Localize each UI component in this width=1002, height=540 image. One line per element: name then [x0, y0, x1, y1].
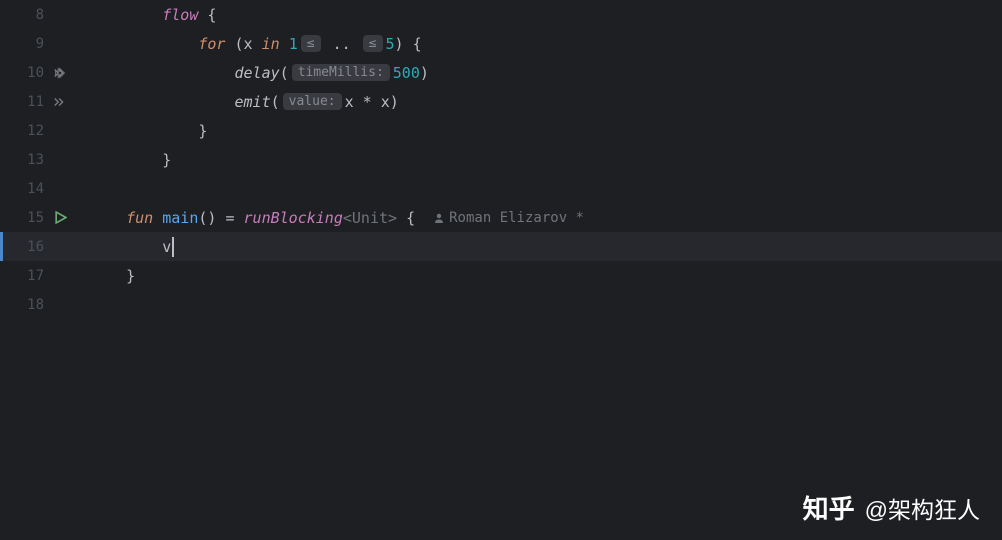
param-hint: timeMillis:	[292, 64, 390, 81]
author-name: Roman Elizarov *	[449, 210, 584, 226]
indent	[90, 267, 126, 285]
operator: *	[354, 93, 381, 111]
indent	[90, 151, 162, 169]
range-hint: ≤	[363, 35, 383, 52]
gutter: 8 9 10 11 12 13 14	[0, 0, 78, 540]
delay-call: delay	[235, 64, 280, 82]
indent	[90, 93, 235, 111]
gutter-row: 9	[0, 29, 78, 58]
number: 1	[289, 35, 298, 53]
type-arg: <Unit>	[343, 209, 397, 227]
line-number: 13	[18, 152, 44, 168]
indent	[90, 122, 198, 140]
gutter-row: 17	[0, 261, 78, 290]
gutter-row: 16	[0, 232, 78, 261]
suspend-call-icon[interactable]	[52, 95, 68, 109]
watermark: 知乎 @架构狂人	[803, 489, 980, 526]
code-line[interactable]: flow {	[78, 0, 1002, 29]
line-number: 18	[18, 297, 44, 313]
gutter-row: 10	[0, 58, 78, 87]
code-line[interactable]: emit(value:x * x)	[78, 87, 1002, 116]
run-gutter-icon[interactable]	[52, 211, 68, 224]
range-hint: ≤	[301, 35, 321, 52]
code-line[interactable]	[78, 174, 1002, 203]
author-hint: Roman Elizarov *	[433, 210, 584, 226]
expr: x	[381, 93, 390, 111]
gutter-row: 8	[0, 0, 78, 29]
suspend-call-icon[interactable]	[52, 66, 68, 80]
brace: {	[198, 6, 216, 24]
code-line-current[interactable]: v	[78, 232, 1002, 261]
watermark-author: @架构狂人	[865, 491, 980, 525]
keyword-for: for	[198, 35, 225, 53]
current-line-marker	[0, 232, 3, 261]
line-number: 9	[18, 36, 44, 52]
line-number: 8	[18, 7, 44, 23]
param-hint: value:	[283, 93, 342, 110]
equals: =	[216, 209, 243, 227]
brace: }	[126, 267, 135, 285]
gutter-row: 12	[0, 116, 78, 145]
code-line[interactable]: delay(timeMillis:500)	[78, 58, 1002, 87]
indent	[90, 35, 198, 53]
line-number: 16	[18, 239, 44, 255]
emit-call: emit	[235, 93, 271, 111]
code-line[interactable]: }	[78, 116, 1002, 145]
text-cursor	[172, 237, 174, 257]
person-icon	[433, 212, 445, 224]
gutter-row: 14	[0, 174, 78, 203]
line-number: 10	[18, 65, 44, 81]
brace: {	[397, 209, 415, 227]
line-number: 11	[18, 94, 44, 110]
variable: x	[244, 35, 253, 53]
paren: (	[225, 35, 243, 53]
parens: ()	[198, 209, 216, 227]
line-number: 17	[18, 268, 44, 284]
line-number: 15	[18, 210, 44, 226]
indent	[90, 209, 126, 227]
zhihu-logo: 知乎	[803, 489, 855, 526]
expr: x	[345, 93, 354, 111]
indent	[90, 6, 162, 24]
keyword-fun: fun	[126, 209, 153, 227]
code-line[interactable]: }	[78, 145, 1002, 174]
paren-brace: ) {	[395, 35, 422, 53]
number: 500	[393, 64, 420, 82]
gutter-row: 13	[0, 145, 78, 174]
gutter-row: 18	[0, 290, 78, 319]
indent	[90, 238, 162, 256]
typed-text: v	[162, 238, 171, 256]
paren: (	[280, 64, 289, 82]
indent	[90, 64, 235, 82]
runblocking-call: runBlocking	[244, 209, 343, 227]
code-area[interactable]: flow { for (x in 1≤ .. ≤5) { delay(timeM…	[78, 0, 1002, 540]
code-editor: 8 9 10 11 12 13 14	[0, 0, 1002, 540]
range-dots: ..	[324, 35, 360, 53]
number: 5	[386, 35, 395, 53]
brace: }	[162, 151, 171, 169]
function-name: main	[162, 209, 198, 227]
paren: )	[420, 64, 429, 82]
brace: }	[198, 122, 207, 140]
code-line[interactable]: for (x in 1≤ .. ≤5) {	[78, 29, 1002, 58]
paren: (	[271, 93, 280, 111]
flow-call: flow	[162, 6, 198, 24]
space	[153, 209, 162, 227]
line-number: 14	[18, 181, 44, 197]
keyword-in: in	[253, 35, 289, 53]
code-line[interactable]	[78, 290, 1002, 319]
code-line[interactable]: }	[78, 261, 1002, 290]
gutter-row: 15	[0, 203, 78, 232]
gutter-row: 11	[0, 87, 78, 116]
paren: )	[390, 93, 399, 111]
code-line[interactable]: fun main() = runBlocking<Unit> { Roman El…	[78, 203, 1002, 232]
line-number: 12	[18, 123, 44, 139]
